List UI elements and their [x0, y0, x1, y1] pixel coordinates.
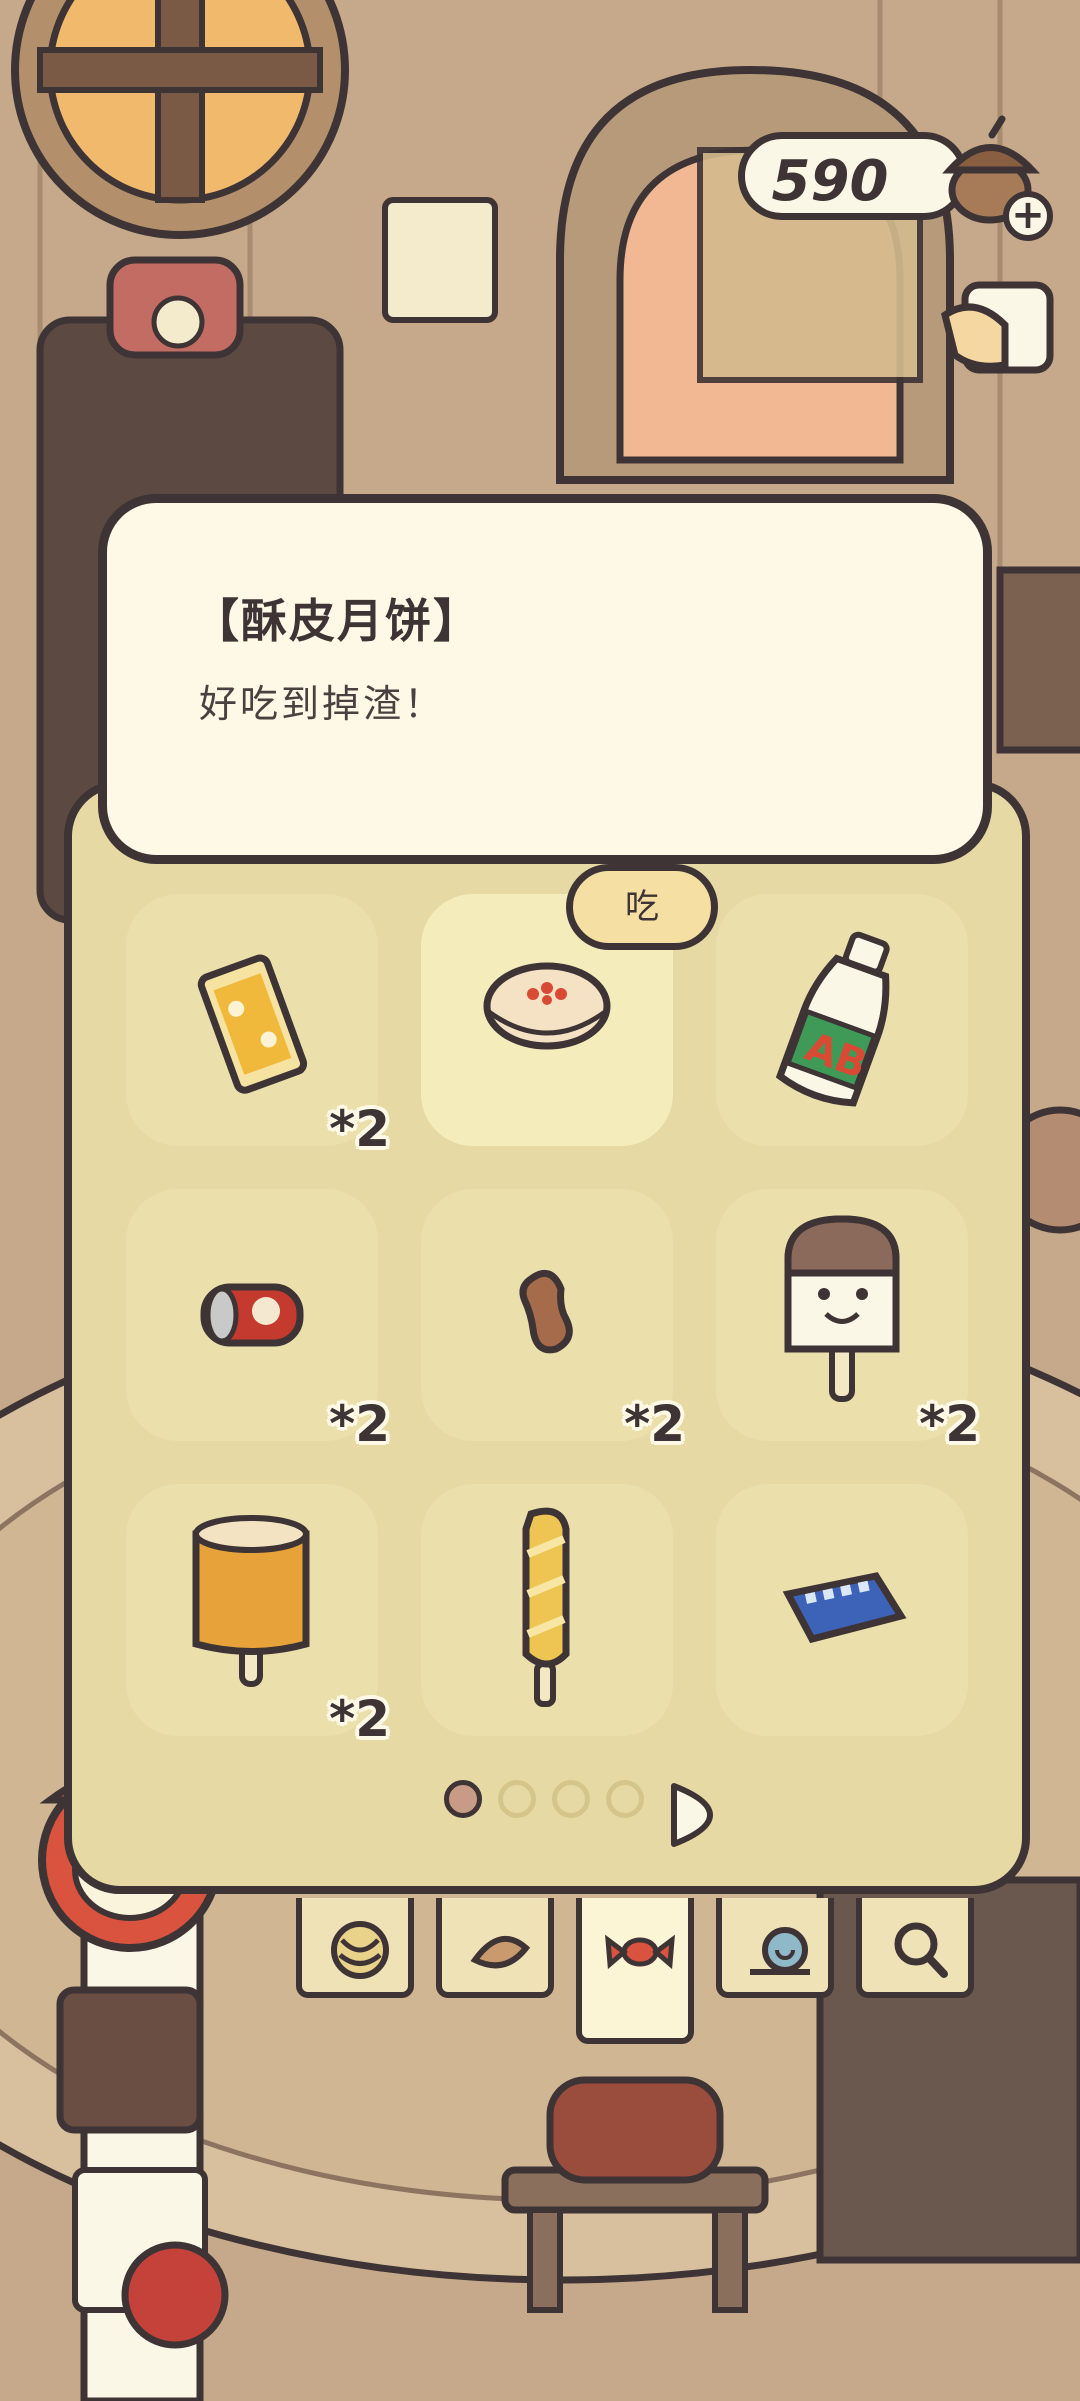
page-dot-1[interactable] — [444, 1780, 482, 1818]
hand-pointer-icon[interactable] — [935, 275, 1060, 385]
next-page-button[interactable] — [666, 1780, 716, 1850]
snail-icon — [750, 1927, 810, 1975]
page-dot-4[interactable] — [606, 1780, 644, 1818]
tab-leaf[interactable] — [436, 1898, 554, 1998]
acorn-counter: 590 — [738, 132, 968, 220]
page-dot-2[interactable] — [498, 1780, 536, 1818]
item-quantity: *2 — [329, 1100, 390, 1158]
item-detail-card: 【酥皮月饼】 好吃到掉渣！ — [98, 494, 992, 864]
leaf-icon — [470, 1936, 531, 1969]
item-quantity: *2 — [919, 1395, 980, 1453]
inventory-slot-blue-candy[interactable] — [716, 1484, 968, 1736]
add-currency-button[interactable]: + — [1003, 191, 1053, 241]
milk-bottle-icon: AB — [775, 931, 890, 1107]
eat-button[interactable]: 吃 — [566, 864, 718, 950]
item-quantity: *2 — [329, 1690, 390, 1748]
inventory-slot-ab-milk[interactable]: AB — [716, 894, 968, 1146]
tab-magnifier[interactable] — [856, 1898, 974, 1998]
inventory-slot-soda-can[interactable]: *2 — [126, 1189, 390, 1453]
acorn-count: 590 — [771, 149, 889, 214]
yarn-icon — [331, 1921, 389, 1979]
candy-icon — [605, 1934, 675, 1970]
chevron-right-icon — [671, 1783, 713, 1847]
inventory-slot-caramel-popsicle[interactable]: *2 — [126, 1484, 390, 1748]
inventory-slot-peanut[interactable]: *2 — [421, 1189, 685, 1453]
plus-icon: + — [1011, 192, 1045, 238]
item-description: 好吃到掉渣！ — [199, 682, 446, 726]
tab-candy[interactable] — [576, 1898, 694, 2044]
tab-yarn[interactable] — [296, 1898, 414, 1998]
blue-candy-icon — [782, 1572, 907, 1644]
inventory-slot-snack-bar[interactable]: *2 — [126, 894, 390, 1158]
item-title: 【酥皮月饼】 — [193, 594, 481, 648]
magnifier-icon — [894, 1922, 948, 1978]
tab-snail[interactable] — [716, 1898, 834, 1998]
bread-stick-icon — [522, 1507, 570, 1707]
inventory-slot-smiley-popsicle[interactable]: *2 — [716, 1189, 980, 1453]
page-dot-3[interactable] — [552, 1780, 590, 1818]
item-quantity: *2 — [329, 1395, 390, 1453]
inventory-slot-bread-stick[interactable] — [421, 1484, 673, 1736]
item-quantity: *2 — [624, 1395, 685, 1453]
